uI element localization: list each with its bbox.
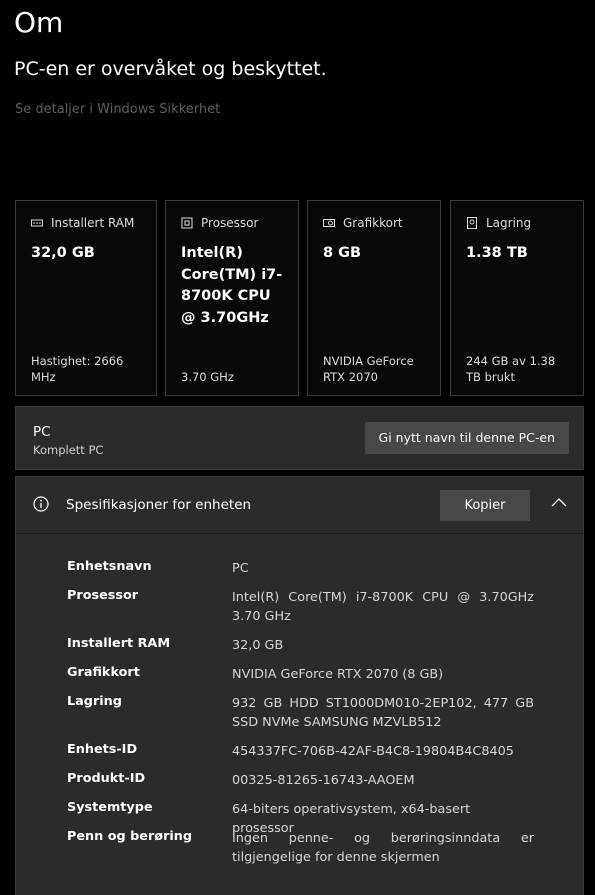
chevron-up-icon[interactable] [551, 497, 567, 509]
spec-label: Grafikkort [67, 665, 140, 680]
spec-value: 00325-81265-16743-AAOEM [232, 773, 415, 788]
security-details-link[interactable]: Se detaljer i Windows Sikkerhet [15, 102, 220, 117]
about-page: Om PC-en er overvåket og beskyttet. Se d… [0, 0, 595, 895]
card-header: Installert RAM [31, 216, 134, 230]
spec-label: Produkt-ID [67, 771, 146, 786]
specifications-header[interactable]: Spesifikasjoner for enheten Kopier [16, 477, 583, 534]
card-value: 1.38 TB [466, 245, 528, 261]
graphics-card-icon [323, 219, 335, 227]
card-footer: NVIDIA GeForce RTX 2070 [323, 354, 414, 384]
card-footer: 3.70 GHz [181, 370, 234, 384]
memory-icon [31, 219, 43, 227]
page-title: Om [14, 6, 64, 39]
specifications-title: Spesifikasjoner for enheten [66, 497, 252, 513]
spec-label: Penn og berøring [67, 829, 193, 844]
card-header: Lagring [466, 216, 531, 230]
card-label: Grafikkort [343, 216, 403, 230]
spec-value: Intel(R) Core(TM) i7-8700K CPU @ 3.70GHz… [232, 590, 534, 624]
card-header: Prosessor [181, 216, 258, 230]
card-value: 32,0 GB [31, 245, 95, 261]
rename-pc-button[interactable]: Gi nytt navn til denne PC-en [364, 422, 569, 454]
pc-name: PC [33, 424, 51, 440]
spec-value: PC [232, 561, 249, 576]
spec-cards: Installert RAM 32,0 GB Hastighet: 2666 M… [15, 200, 584, 398]
card-value: Intel(R) Core(TM) i7-8700K CPU @ 3.70GHz [181, 245, 283, 326]
card-label: Lagring [486, 216, 532, 230]
pc-name-section: PC Komplett PC Gi nytt navn til denne PC… [15, 406, 584, 470]
spec-label: Installert RAM [67, 636, 171, 651]
card-label: Installert RAM [51, 216, 135, 230]
spec-label: Systemtype [67, 800, 153, 815]
spec-value: 932 GB HDD ST1000DM010-2EP102, 477 GB SS… [232, 696, 534, 730]
card-value: 8 GB [323, 245, 362, 261]
spec-label: Prosessor [67, 588, 139, 603]
card-storage: Lagring 1.38 TB 244 GB av 1.38 TB brukt [450, 200, 584, 396]
spec-value: Ingen penne- og berøringsinndata er tilg… [232, 831, 534, 865]
spec-value: 32,0 GB [232, 638, 284, 653]
spec-label: Enhets-ID [67, 742, 138, 757]
processor-icon [181, 217, 193, 229]
spec-label: Enhetsnavn [67, 559, 152, 574]
card-ram: Installert RAM 32,0 GB Hastighet: 2666 M… [15, 200, 157, 396]
spec-label: Lagring [67, 694, 122, 709]
card-processor: Prosessor Intel(R) Core(TM) i7-8700K CPU… [165, 200, 299, 396]
copy-button[interactable]: Kopier [440, 490, 530, 521]
device-specifications-panel: Spesifikasjoner for enheten Kopier Enhet… [15, 476, 584, 895]
card-graphics: Grafikkort 8 GB NVIDIA GeForce RTX 2070 [307, 200, 441, 396]
card-footer: Hastighet: 2666 MHz [31, 354, 124, 384]
security-status-text: PC-en er overvåket og beskyttet. [14, 58, 327, 80]
info-icon [33, 496, 49, 512]
card-label: Prosessor [201, 216, 259, 230]
card-header: Grafikkort [323, 216, 403, 230]
storage-icon [467, 217, 477, 229]
spec-value: 454337FC-706B-42AF-B4C8-19804B4C8405 [232, 744, 514, 759]
spec-value: NVIDIA GeForce RTX 2070 (8 GB) [232, 667, 444, 682]
card-footer: 244 GB av 1.38 TB brukt [466, 354, 556, 384]
pc-model: Komplett PC [33, 443, 104, 457]
